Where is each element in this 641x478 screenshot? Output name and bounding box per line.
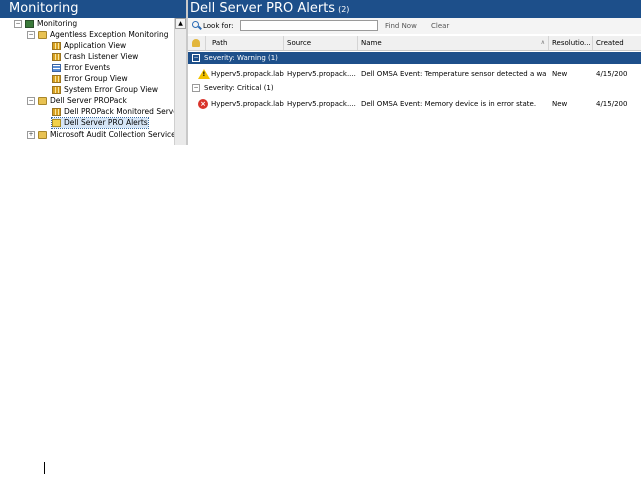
- tree-item-crash-listener-view[interactable]: Crash Listener View: [52, 52, 138, 62]
- tree-item-label: Application View: [64, 41, 127, 50]
- column-name[interactable]: Name ∧: [358, 36, 549, 50]
- cell-path: Hyperv5.propack.lab: [211, 70, 284, 78]
- folder-icon: [38, 31, 47, 39]
- sort-arrow-icon: ∧: [540, 39, 545, 46]
- view-title-text: Dell Server PRO Alerts: [190, 1, 336, 16]
- search-icon: [192, 21, 199, 28]
- folder-icon: [38, 131, 47, 139]
- events-icon: [52, 64, 61, 72]
- group-label: Severity: Warning (1): [204, 54, 278, 62]
- look-for-label: Look for:: [203, 22, 234, 30]
- group-label: Severity: Critical (1): [204, 84, 274, 92]
- alerts-view-title: Dell Server PRO Alerts (2): [188, 0, 641, 18]
- collapse-icon[interactable]: −: [27, 97, 35, 105]
- cell-created: 4/15/200: [596, 100, 628, 108]
- collapse-icon[interactable]: −: [192, 54, 200, 62]
- tree-item-label: Dell Server PRO Alerts: [64, 118, 148, 127]
- tree-scrollbar[interactable]: ▲: [174, 18, 186, 145]
- monitor-icon: [25, 20, 34, 28]
- cell-source: Hyperv5.propack....: [287, 100, 356, 108]
- column-resolution[interactable]: Resolutio...: [549, 36, 593, 50]
- grid-icon: [52, 108, 61, 116]
- tree-item-label: Crash Listener View: [64, 52, 139, 61]
- search-input[interactable]: [240, 20, 378, 31]
- collapse-icon[interactable]: −: [14, 20, 22, 28]
- column-path[interactable]: Path: [206, 36, 284, 50]
- tree-item-application-view[interactable]: Application View: [52, 41, 126, 51]
- tree-item-agentless-exception-monitoring[interactable]: − Agentless Exception Monitoring: [27, 30, 169, 40]
- tree-item-label: Error Events: [64, 63, 111, 72]
- grid-header: Path Source Name ∧ Resolutio... Created: [188, 36, 641, 51]
- grid-icon: [52, 75, 61, 83]
- cell-name: Dell OMSA Event: Temperature sensor dete…: [361, 70, 547, 78]
- cell-created: 4/15/200: [596, 70, 628, 78]
- column-source[interactable]: Source: [284, 36, 358, 50]
- tree-item-dell-server-pro-alerts[interactable]: Dell Server PRO Alerts: [51, 117, 149, 129]
- scroll-up-icon[interactable]: ▲: [175, 18, 186, 29]
- alert-view-icon: [52, 119, 61, 127]
- folder-icon: [38, 97, 47, 105]
- table-row[interactable]: Hyperv5.propack.lab Hyperv5.propack.... …: [188, 66, 641, 82]
- monitoring-pane-title: Monitoring: [0, 0, 186, 18]
- bell-icon: [192, 39, 200, 47]
- group-severity-critical[interactable]: − Severity: Critical (1): [188, 82, 641, 94]
- clear-button[interactable]: Clear: [431, 21, 449, 31]
- tree-item-label: Microsoft Audit Collection Services: [50, 130, 174, 139]
- grid-icon: [52, 42, 61, 50]
- tree-item-monitoring[interactable]: − Monitoring: [14, 19, 77, 29]
- tree-item-label: Error Group View: [64, 74, 128, 83]
- tree-item-label: Dell PROPack Monitored Servers: [64, 107, 174, 116]
- navigation-tree: − Monitoring − Agentless Exception Monit…: [0, 18, 174, 145]
- grid-icon: [52, 86, 61, 94]
- tree-item-label: Agentless Exception Monitoring: [50, 30, 169, 39]
- tree-item-microsoft-audit-collection-services[interactable]: + Microsoft Audit Collection Services: [27, 130, 174, 140]
- cell-source: Hyperv5.propack....: [287, 70, 356, 78]
- column-severity-icon[interactable]: [188, 36, 206, 50]
- critical-icon: ×: [198, 99, 208, 109]
- tree-item-error-group-view[interactable]: Error Group View: [52, 74, 128, 84]
- column-name-label: Name: [361, 39, 382, 47]
- cell-resolution: New: [552, 100, 568, 108]
- screenshot-region: Monitoring − Monitoring − Agentless Exce…: [0, 0, 641, 145]
- tree-item-error-events[interactable]: Error Events: [52, 63, 110, 73]
- text-cursor: [44, 462, 45, 474]
- tree-item-label: Dell Server PROPack: [50, 96, 127, 105]
- tree-item-dell-propack-monitored-servers[interactable]: Dell PROPack Monitored Servers: [52, 107, 174, 117]
- cell-name: Dell OMSA Event: Memory device is in err…: [361, 100, 537, 108]
- alert-count: (2): [338, 5, 350, 14]
- tree-item-system-error-group-view[interactable]: System Error Group View: [52, 85, 158, 95]
- search-toolbar: Look for: Find Now Clear: [188, 18, 641, 34]
- tree-item-dell-server-propack[interactable]: − Dell Server PROPack: [27, 96, 127, 106]
- table-row[interactable]: × Hyperv5.propack.lab Hyperv5.propack...…: [188, 96, 641, 112]
- cell-resolution: New: [552, 70, 568, 78]
- collapse-icon[interactable]: −: [27, 31, 35, 39]
- warning-icon: [198, 69, 210, 79]
- find-now-button[interactable]: Find Now: [385, 21, 417, 31]
- grid-icon: [52, 53, 61, 61]
- tree-item-label: Monitoring: [37, 19, 78, 28]
- tree-item-label: System Error Group View: [64, 85, 159, 94]
- column-created[interactable]: Created: [593, 36, 641, 50]
- group-severity-warning[interactable]: − Severity: Warning (1): [188, 52, 641, 64]
- cell-path: Hyperv5.propack.lab: [211, 100, 284, 108]
- collapse-icon[interactable]: −: [192, 84, 200, 92]
- expand-icon[interactable]: +: [27, 131, 35, 139]
